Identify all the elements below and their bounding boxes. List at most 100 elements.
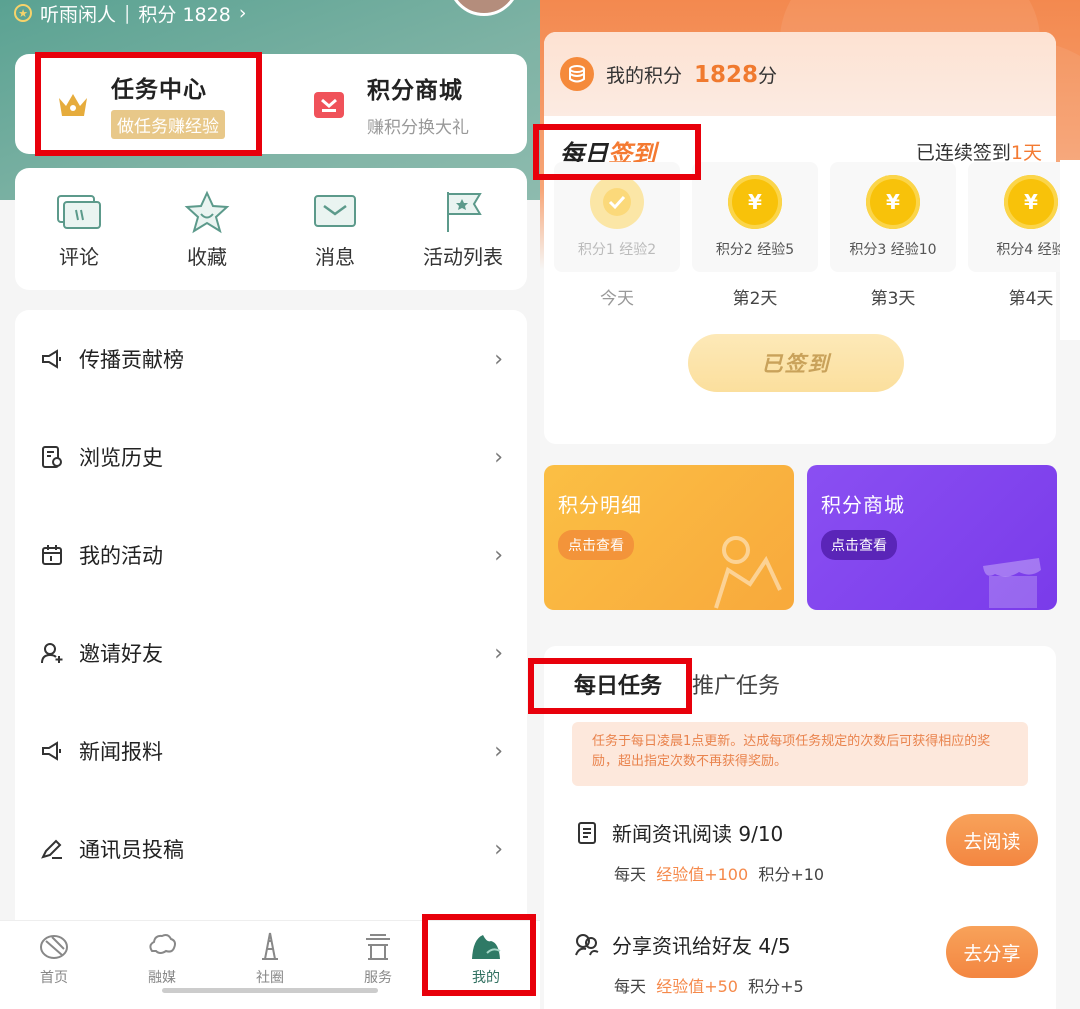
chevron-right-icon: › (494, 346, 503, 372)
screenshot-root: ★ 听雨闲人 | 积分 1828 › 任务中心 做任务赚经验 积分商城 赚积分换… (0, 0, 1080, 1009)
quick-actions: 评论 收藏 消息 活动列表 (15, 168, 527, 290)
chevron-right-icon: › (494, 444, 503, 470)
tab-label: 社圈 (256, 970, 284, 986)
signin-streak-prefix: 已连续签到 (915, 141, 1011, 164)
coin-icon: ¥ (1004, 175, 1058, 229)
quick-action-label: 活动列表 (423, 244, 503, 269)
storefront-icon (983, 558, 1041, 608)
menu-item-correspondent-submission[interactable]: 通讯员投稿 › (15, 800, 527, 898)
coin-icon: ¥ (866, 175, 920, 229)
feature-cards: 任务中心 做任务赚经验 积分商城 赚积分换大礼 (15, 54, 527, 154)
points-mall-title: 积分商城 (367, 77, 463, 104)
star-icon (183, 189, 231, 235)
pen-icon (39, 836, 65, 862)
points-detail-card[interactable]: 积分明细 点击查看 (544, 465, 794, 610)
tab-services[interactable]: 服务 (324, 921, 432, 1009)
menu-item-news-tips[interactable]: 新闻报料 › (15, 702, 527, 800)
task-center-subtitle: 做任务赚经验 (111, 109, 225, 139)
menu-item-contribution-rank[interactable]: 传播贡献榜 › (15, 310, 527, 408)
menu-item-label: 新闻报料 (79, 740, 163, 764)
tasks-card: 每日任务 推广任务 任务于每日凌晨1点更新。达成每项任务规定的次数后可获得相应的… (544, 646, 1056, 1009)
signed-in-button[interactable]: 已签到 (688, 334, 904, 392)
signin-day-box: 积分1 经验2 (554, 162, 680, 272)
signin-day: ¥ 积分2 经验5 第2天 (692, 162, 818, 309)
megaphone-icon (39, 738, 65, 764)
tab-community[interactable]: 社圈 (216, 921, 324, 1009)
level-star-icon: ★ (14, 4, 32, 22)
map-pin-icon (714, 536, 782, 609)
points-mall-card[interactable]: 积分商城 赚积分换大礼 (271, 54, 527, 154)
coin-symbol: ¥ (748, 190, 762, 214)
signin-day-reward: 积分4 经验 (996, 242, 1066, 258)
message-icon (311, 189, 359, 235)
signin-day-box: ¥ 积分2 经验5 (692, 162, 818, 272)
task-notice: 任务于每日凌晨1点更新。达成每项任务规定的次数后可获得相应的奖励，超出指定次数不… (572, 722, 1028, 786)
tab-daily-tasks[interactable]: 每日任务 (574, 668, 662, 700)
pavilion-icon (361, 931, 395, 961)
task-title: 分享资讯给好友 4/5 (612, 934, 791, 958)
chevron-right-icon: › (494, 738, 503, 764)
user-arrow-icon: › (238, 2, 247, 24)
me-icon (469, 931, 503, 961)
task-xp: 经验值+50 (656, 977, 738, 996)
chevron-right-icon: › (494, 836, 503, 862)
signin-day: 积分1 经验2 今天 (554, 162, 680, 309)
menu-item-my-activities[interactable]: 我的活动 › (15, 506, 527, 604)
menu-item-label: 通讯员投稿 (79, 838, 184, 862)
quick-action-activity-list[interactable]: 活动列表 (408, 189, 518, 270)
tab-label: 首页 (40, 970, 68, 986)
shopping-bag-icon (311, 86, 347, 122)
task-item: 新闻资讯阅读 9/10 每天 经验值+100 积分+10 去阅读 (574, 814, 1044, 908)
chevron-right-icon: › (494, 542, 503, 568)
my-points-label: 我的积分 (606, 64, 683, 87)
tab-me[interactable]: 我的 (432, 921, 540, 1009)
signin-day-label: 第2天 (732, 289, 778, 309)
coin-symbol: ¥ (886, 190, 900, 214)
menu-item-invite-friends[interactable]: 邀请好友 › (15, 604, 527, 702)
user-points: 积分 1828 (138, 3, 231, 26)
points-mall-promo-card[interactable]: 积分商城 点击查看 (807, 465, 1057, 610)
my-points-value: 1828 (694, 61, 759, 88)
quick-action-comment[interactable]: 评论 (24, 189, 134, 270)
menu-item-label: 我的活动 (79, 544, 163, 568)
signin-day-label: 第3天 (870, 289, 916, 309)
home-icon (37, 931, 71, 961)
menu-item-label: 邀请好友 (79, 642, 163, 666)
menu-item-browse-history[interactable]: 浏览历史 › (15, 408, 527, 506)
quick-action-message[interactable]: 消息 (280, 189, 390, 270)
points-detail-title: 积分明细 (558, 493, 642, 517)
tab-promo-tasks[interactable]: 推广任务 (692, 668, 780, 700)
tab-label: 服务 (364, 970, 392, 986)
task-tabs: 每日任务 推广任务 (544, 646, 1056, 722)
days-clip (1060, 160, 1080, 340)
cloud-icon (145, 931, 179, 961)
menu-list: 传播贡献榜 › 浏览历史 › 我的活动 › 邀请好友 › 新闻报料 › 通讯员投… (15, 310, 527, 920)
signin-streak-days: 1天 (1010, 141, 1042, 164)
task-item: 分享资讯给好友 4/5 每天 经验值+50 积分+5 去分享 (574, 926, 1044, 1009)
home-indicator (162, 988, 378, 993)
tab-label: 我的 (472, 970, 500, 986)
go-share-button[interactable]: 去分享 (946, 926, 1038, 978)
signin-day-reward: 积分2 经验5 (715, 242, 795, 258)
quick-action-favorite[interactable]: 收藏 (152, 189, 262, 270)
tab-home[interactable]: 首页 (0, 921, 108, 1009)
megaphone-icon (39, 346, 65, 372)
points-detail-button[interactable]: 点击查看 (558, 530, 634, 560)
user-info-line[interactable]: ★ 听雨闲人 | 积分 1828 › (14, 0, 246, 26)
calendar-icon (39, 542, 65, 568)
signin-streak: 已连续签到1天 (916, 138, 1042, 165)
signin-day: ¥ 积分3 经验10 第3天 (830, 162, 956, 309)
building-icon (253, 931, 287, 961)
crown-icon (55, 86, 91, 122)
article-icon (574, 820, 600, 846)
signin-day-label: 今天 (600, 289, 634, 309)
task-frequency: 每天 (614, 977, 647, 996)
task-center-title: 任务中心 (111, 76, 207, 103)
points-mall-promo-title: 积分商城 (821, 493, 905, 517)
signin-day-box: ¥ 积分3 经验10 (830, 162, 956, 272)
tab-media[interactable]: 融媒 (108, 921, 216, 1009)
my-points-row: 我的积分 1828分 (544, 32, 1056, 116)
go-read-button[interactable]: 去阅读 (946, 814, 1038, 866)
points-mall-promo-button[interactable]: 点击查看 (821, 530, 897, 560)
task-center-card[interactable]: 任务中心 做任务赚经验 (15, 54, 271, 154)
